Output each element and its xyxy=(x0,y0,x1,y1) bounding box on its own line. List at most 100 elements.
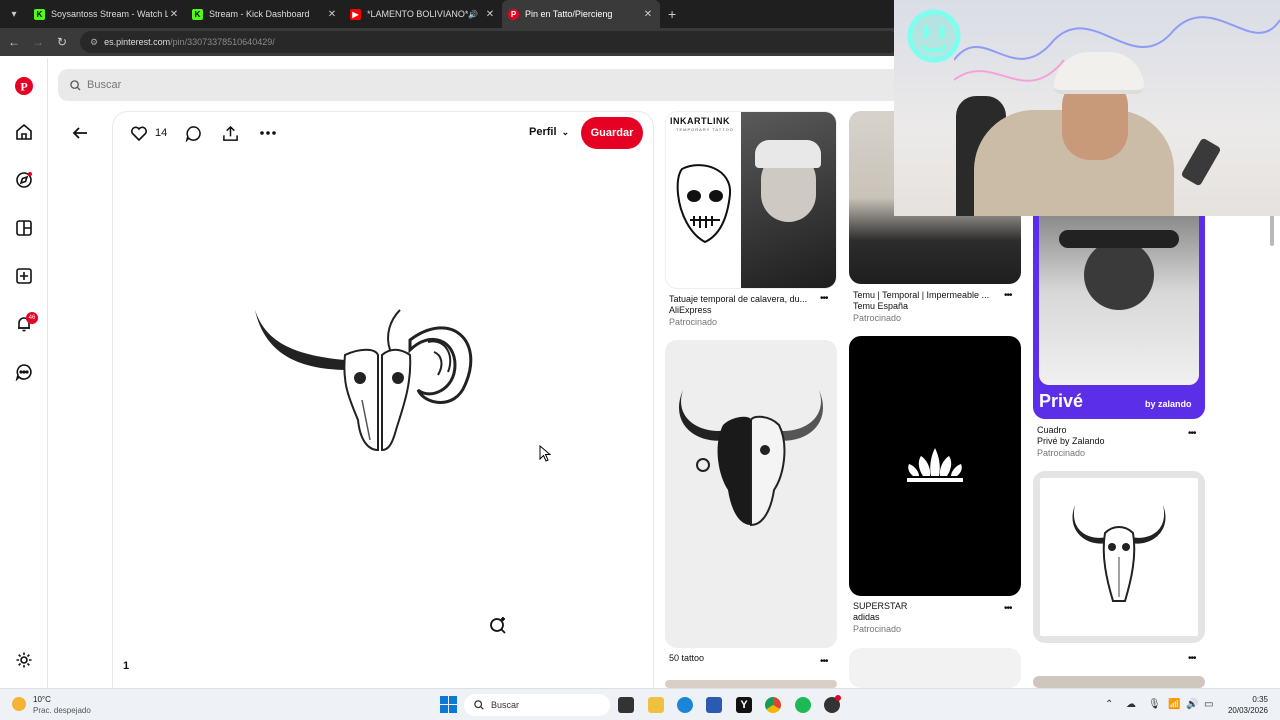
reload-icon[interactable]: ↻ xyxy=(50,35,74,49)
pin-caption[interactable]: SUPERSTAR xyxy=(853,601,907,611)
browser-tab-3[interactable]: ▶ *LAMENTO BOLIVIANO* - 🔊 ✕ xyxy=(344,0,502,28)
pin-caption[interactable]: 50 tattoo xyxy=(669,653,704,663)
close-icon[interactable]: ✕ xyxy=(484,9,496,20)
tab-title: Soysantoss Stream - Watch Live xyxy=(51,9,168,19)
tab-search-chevron-icon[interactable]: ▾ xyxy=(0,0,28,28)
streamer-webcam-overlay xyxy=(894,0,1280,216)
pinterest-sidebar: P 46 xyxy=(0,58,48,688)
tab-title: Pin en Tatto/Piercieng xyxy=(525,9,613,19)
comment-icon[interactable] xyxy=(185,124,202,142)
browser-tab-2[interactable]: K Stream - Kick Dashboard ✕ xyxy=(186,0,344,28)
pin-image-skull-illustration xyxy=(250,300,480,465)
home-icon[interactable] xyxy=(14,122,34,142)
pin-more-icon[interactable]: ••• xyxy=(1004,290,1012,301)
taskbar-search-placeholder: Buscar xyxy=(491,700,520,710)
clock-date: 20/03/2026 xyxy=(1227,706,1268,715)
tray-chevron-up-icon[interactable]: ⌃ xyxy=(1105,699,1113,710)
pin-caption[interactable]: Tatuaje temporal de calavera, du... xyxy=(669,294,807,304)
pin-more-icon[interactable]: ••• xyxy=(1188,653,1196,664)
chrome-icon[interactable] xyxy=(765,697,781,713)
phone xyxy=(1180,137,1222,187)
pin-source[interactable]: Privé by Zalando xyxy=(1037,436,1105,446)
pin-more-icon[interactable]: ••• xyxy=(1188,428,1196,439)
sponsored-label: Patrocinado xyxy=(853,624,902,634)
pin-more-icon[interactable]: ••• xyxy=(820,293,828,304)
tray-app-icon[interactable]: ☁ xyxy=(1126,699,1136,710)
pin-tile-inkartlink[interactable]: INKARTLINK TEMPORARY TATTOO xyxy=(665,111,837,289)
pin-tile-partial[interactable] xyxy=(849,648,1021,688)
spotify-icon[interactable] xyxy=(795,697,811,713)
new-tab-button[interactable]: + xyxy=(668,6,676,22)
browser-tab-4[interactable]: P Pin en Tatto/Piercieng ✕ xyxy=(502,0,660,28)
create-icon[interactable] xyxy=(14,266,34,286)
edge-icon[interactable] xyxy=(677,697,693,713)
search-icon xyxy=(474,700,484,710)
app-y-icon[interactable]: Y xyxy=(736,697,752,713)
page-scrollbar-thumb[interactable] xyxy=(1270,212,1274,246)
messages-icon[interactable] xyxy=(14,362,34,382)
weather-moon-icon xyxy=(12,697,26,711)
microphone-icon[interactable]: 🎙 xyxy=(1148,699,1161,710)
pin-tile-skull-print[interactable] xyxy=(1033,471,1205,643)
more-options-icon[interactable] xyxy=(259,124,277,142)
sponsored-label: Patrocinado xyxy=(1037,448,1086,458)
sponsored-label: Patrocinado xyxy=(853,313,902,323)
wifi-icon[interactable]: 📶 xyxy=(1168,699,1180,710)
skull-mask-illustration xyxy=(676,164,732,244)
taskbar-search[interactable]: Buscar xyxy=(464,694,610,716)
pinterest-icon: P xyxy=(508,8,519,20)
store-icon[interactable] xyxy=(706,697,722,713)
save-button[interactable]: Guardar xyxy=(581,117,643,149)
pinterest-logo-icon[interactable]: P xyxy=(14,76,34,96)
settings-gear-icon[interactable] xyxy=(14,650,34,670)
forward-arrow-icon[interactable]: → xyxy=(26,35,50,49)
tattoo-model-photo xyxy=(741,112,836,288)
kick-icon: K xyxy=(192,8,203,20)
like-button[interactable]: 14 xyxy=(130,124,167,142)
pin-caption[interactable]: Temu | Temporal | Impermeable ... xyxy=(853,290,989,300)
pin-tile-adidas[interactable] xyxy=(849,336,1021,596)
like-count: 14 xyxy=(155,127,168,139)
visual-search-lens-icon[interactable] xyxy=(488,615,508,640)
pin-source[interactable]: AliExpress xyxy=(669,305,712,315)
speaker-icon[interactable]: 🔊 xyxy=(468,10,478,19)
pin-tile-partial[interactable] xyxy=(1033,676,1205,688)
system-clock[interactable]: 0:35 20/03/2026 xyxy=(1224,694,1268,716)
address-bar[interactable]: ⚙ es.pinterest.com/pin/330733785106404​2… xyxy=(80,31,900,53)
explore-icon[interactable] xyxy=(14,170,34,190)
pin-tile-zalando[interactable]: Privé by zalando xyxy=(1033,200,1205,419)
volume-icon[interactable]: 🔊 xyxy=(1186,699,1198,710)
file-explorer-icon[interactable] xyxy=(648,697,664,713)
close-icon[interactable]: ✕ xyxy=(168,9,180,20)
share-icon[interactable] xyxy=(222,124,239,142)
search-input[interactable]: Buscar xyxy=(58,69,958,101)
browser-tab-1[interactable]: K Soysantoss Stream - Watch Live ✕ xyxy=(28,0,186,28)
boards-icon[interactable] xyxy=(14,218,34,238)
pin-caption[interactable]: Cuadro xyxy=(1037,425,1067,435)
board-selector[interactable]: Perfil ⌄ xyxy=(529,126,569,138)
youtube-icon: ▶ xyxy=(350,8,361,20)
site-info-icon[interactable]: ⚙ xyxy=(90,37,98,48)
battery-icon[interactable]: ▭ xyxy=(1204,699,1213,710)
pin-source[interactable]: adidas xyxy=(853,612,880,622)
pin-more-icon[interactable]: ••• xyxy=(1004,603,1012,614)
chevron-down-icon: ⌄ xyxy=(561,127,570,137)
pin-source[interactable]: Temu España xyxy=(853,301,908,311)
weather-temp: 10°C xyxy=(33,695,51,704)
close-icon[interactable]: ✕ xyxy=(642,9,654,20)
pin-tile-bull-tattoo[interactable] xyxy=(665,340,837,648)
bull-skull-drawing xyxy=(1072,505,1166,602)
notification-dot xyxy=(835,695,841,701)
url-host: es.pinterest.com xyxy=(104,37,171,47)
task-view-icon[interactable] xyxy=(618,697,634,713)
ad-title: Privé xyxy=(1039,391,1084,411)
kick-icon: K xyxy=(34,8,45,20)
bull-skull-illustration xyxy=(679,390,823,527)
back-arrow-icon[interactable]: ← xyxy=(2,35,26,49)
pin-tile-partial[interactable] xyxy=(665,680,837,688)
back-arrow-icon[interactable] xyxy=(71,124,89,142)
pin-more-icon[interactable]: ••• xyxy=(820,656,828,667)
windows-start-icon[interactable] xyxy=(440,696,457,713)
close-icon[interactable]: ✕ xyxy=(326,9,338,20)
clock-time: 0:35 xyxy=(1252,695,1268,704)
